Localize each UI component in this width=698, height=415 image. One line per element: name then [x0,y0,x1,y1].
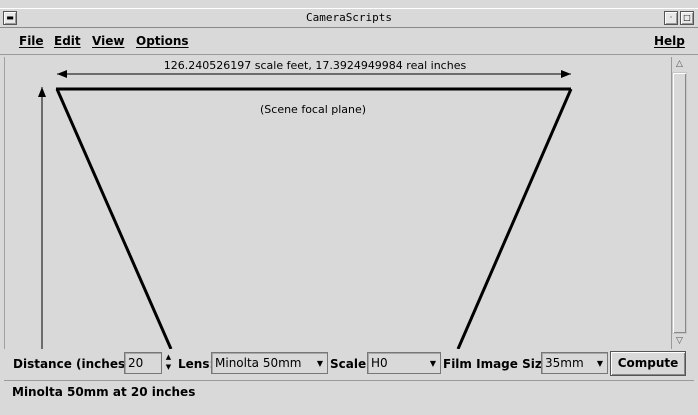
maximize-icon[interactable]: □ [680,11,694,25]
scale-label: Scale: [330,357,371,371]
menu-help[interactable]: Help [654,34,685,48]
chevron-down-icon[interactable]: ▼ [428,357,438,370]
menu-bar: File Edit View Options Help [0,29,698,55]
menu-options[interactable]: Options [136,34,189,48]
frustum-left-edge [55,88,173,349]
menu-file[interactable]: File [19,34,44,48]
scroll-up-icon[interactable]: △ [672,57,687,72]
scrollbar-thumb[interactable] [673,73,686,333]
spin-down-icon[interactable]: ▼ [162,362,175,372]
menu-edit[interactable]: Edit [54,34,81,48]
distance-spinner[interactable]: ▲ ▼ [162,352,175,374]
compute-button[interactable]: Compute [610,351,686,376]
title-bar[interactable]: ▬ CameraScripts · □ [0,8,698,28]
frustum-diagram [38,70,573,349]
distance-input[interactable]: 20 [124,352,162,374]
scale-select[interactable]: H0 ▼ [367,352,441,374]
focal-plane-label: (Scene focal plane) [260,103,367,116]
distance-arrow-up [38,87,46,97]
frustum-right-edge [456,88,573,349]
vertical-scrollbar[interactable]: △ ▽ [671,57,687,349]
lens-select[interactable]: Minolta 50mm ▼ [211,352,328,374]
dimension-label: 126.240526197 scale feet, 17.3924949984 … [163,59,467,72]
spin-up-icon[interactable]: ▲ [162,352,175,362]
diagram-canvas[interactable]: 126.240526197 scale feet, 17.3924949984 … [4,57,671,349]
window-title: CameraScripts [305,11,393,24]
distance-value: 20 [128,356,144,370]
minimize-icon[interactable]: · [664,11,678,25]
distance-label: Distance (inches): [13,357,136,371]
film-size-value: 35mm [545,356,584,370]
chevron-down-icon[interactable]: ▼ [595,357,605,370]
scale-value: H0 [371,356,388,370]
scroll-down-icon[interactable]: ▽ [672,334,687,349]
status-bar: Minolta 50mm at 20 inches [4,380,694,402]
chevron-down-icon[interactable]: ▼ [315,357,325,370]
film-size-select[interactable]: 35mm ▼ [541,352,608,374]
lens-label: Lens: [178,357,215,371]
menu-view[interactable]: View [92,34,124,48]
lens-value: Minolta 50mm [215,356,302,370]
film-size-label: Film Image Size: [443,357,555,371]
